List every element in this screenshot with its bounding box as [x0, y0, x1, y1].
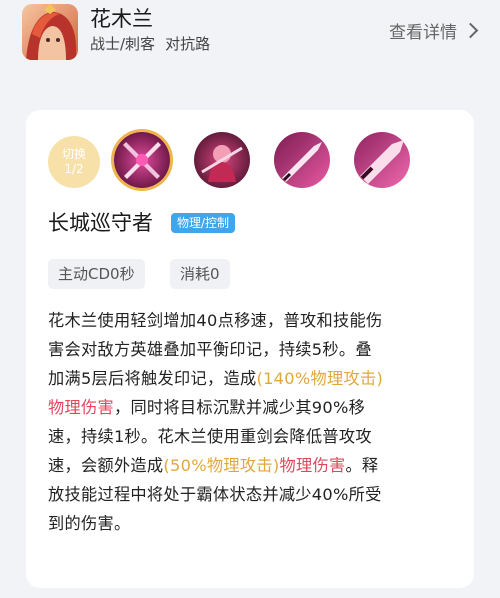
damage-type-text: 物理伤害	[48, 398, 114, 417]
hero-header: 花木兰 战士/刺客 对抗路 查看详情	[0, 0, 500, 64]
heavy-blade-icon	[354, 132, 410, 188]
cooldown-badge: 主动CD0秒	[48, 259, 145, 289]
description-text: 放技能过程中将处于霸体状态并减少40%所受	[48, 485, 382, 504]
chevron-right-icon	[462, 22, 479, 39]
switch-skill-set-button[interactable]: 切换 1/2	[48, 136, 100, 188]
description-text: 花木兰使用轻剑增加40点移速，普攻和技能伤	[48, 311, 383, 330]
hero-roles: 战士/刺客 对抗路	[90, 34, 210, 54]
description-line: 加满5层后将触发印记，造成(140%物理攻击)	[48, 364, 458, 393]
description-line: 到的伤害。	[48, 509, 458, 538]
skill-icon-3[interactable]	[274, 132, 330, 188]
description-line: 速，会额外造成(50%物理攻击)物理伤害。释	[48, 451, 458, 480]
damage-type-badge: 物理/控制	[171, 213, 236, 233]
switch-count: 1/2	[64, 162, 84, 176]
description-text: 加满5层后将触发印记，造成	[48, 369, 257, 388]
description-line: 物理伤害，同时将目标沉默并减少其90%移	[48, 393, 458, 422]
view-details-link[interactable]: 查看详情	[389, 18, 479, 43]
skill-icon-2[interactable]	[194, 132, 250, 188]
damage-type-text: 物理伤害	[279, 456, 346, 475]
description-line: 速，持续1秒。花木兰使用重剑会降低普攻攻	[48, 422, 458, 451]
warrior-strike-icon	[194, 132, 250, 188]
skill-icon-row: 切换 1/2	[46, 132, 456, 192]
description-text: 到的伤害。	[48, 514, 131, 533]
view-details-label: 查看详情	[389, 23, 457, 43]
scaling-value: (50%物理攻击)	[163, 456, 280, 475]
description-text: 。释	[345, 456, 379, 475]
blade-slash-icon	[274, 132, 330, 188]
skill-icon-1[interactable]	[114, 132, 170, 188]
scaling-value: (140%物理攻击)	[256, 369, 384, 388]
skill-icon-4[interactable]	[354, 132, 410, 188]
description-line: 害会对敌方英雄叠加平衡印记，持续5秒。叠	[48, 335, 458, 364]
hero-name: 花木兰	[90, 7, 153, 31]
skill-description: 花木兰使用轻剑增加40点移速，普攻和技能伤 害会对敌方英雄叠加平衡印记，持续5秒。…	[48, 306, 458, 538]
description-line: 放技能过程中将处于霸体状态并减少40%所受	[48, 480, 458, 509]
description-line: 花木兰使用轻剑增加40点移速，普攻和技能伤	[48, 306, 458, 335]
hero-lane-text: 对抗路	[165, 35, 211, 53]
skill-name: 长城巡守者	[48, 211, 153, 235]
description-text: ，同时将目标沉默并减少其90%移	[113, 398, 366, 417]
skill-card: 切换 1/2 长城巡守者 物理/控制 主动CD0秒 消耗0 花木兰使用轻剑增加4…	[26, 110, 474, 588]
description-text: 速，会额外造成	[48, 456, 164, 475]
description-text: 速，持续1秒。花木兰使用重剑会降低普攻攻	[48, 427, 372, 446]
crossed-blades-icon	[114, 132, 170, 188]
hero-avatar[interactable]	[22, 4, 78, 60]
hero-role-text: 战士/刺客	[90, 35, 156, 53]
description-text: 害会对敌方英雄叠加平衡印记，持续5秒。叠	[48, 340, 372, 359]
switch-label: 切换	[61, 147, 86, 161]
cost-badge: 消耗0	[170, 259, 230, 289]
